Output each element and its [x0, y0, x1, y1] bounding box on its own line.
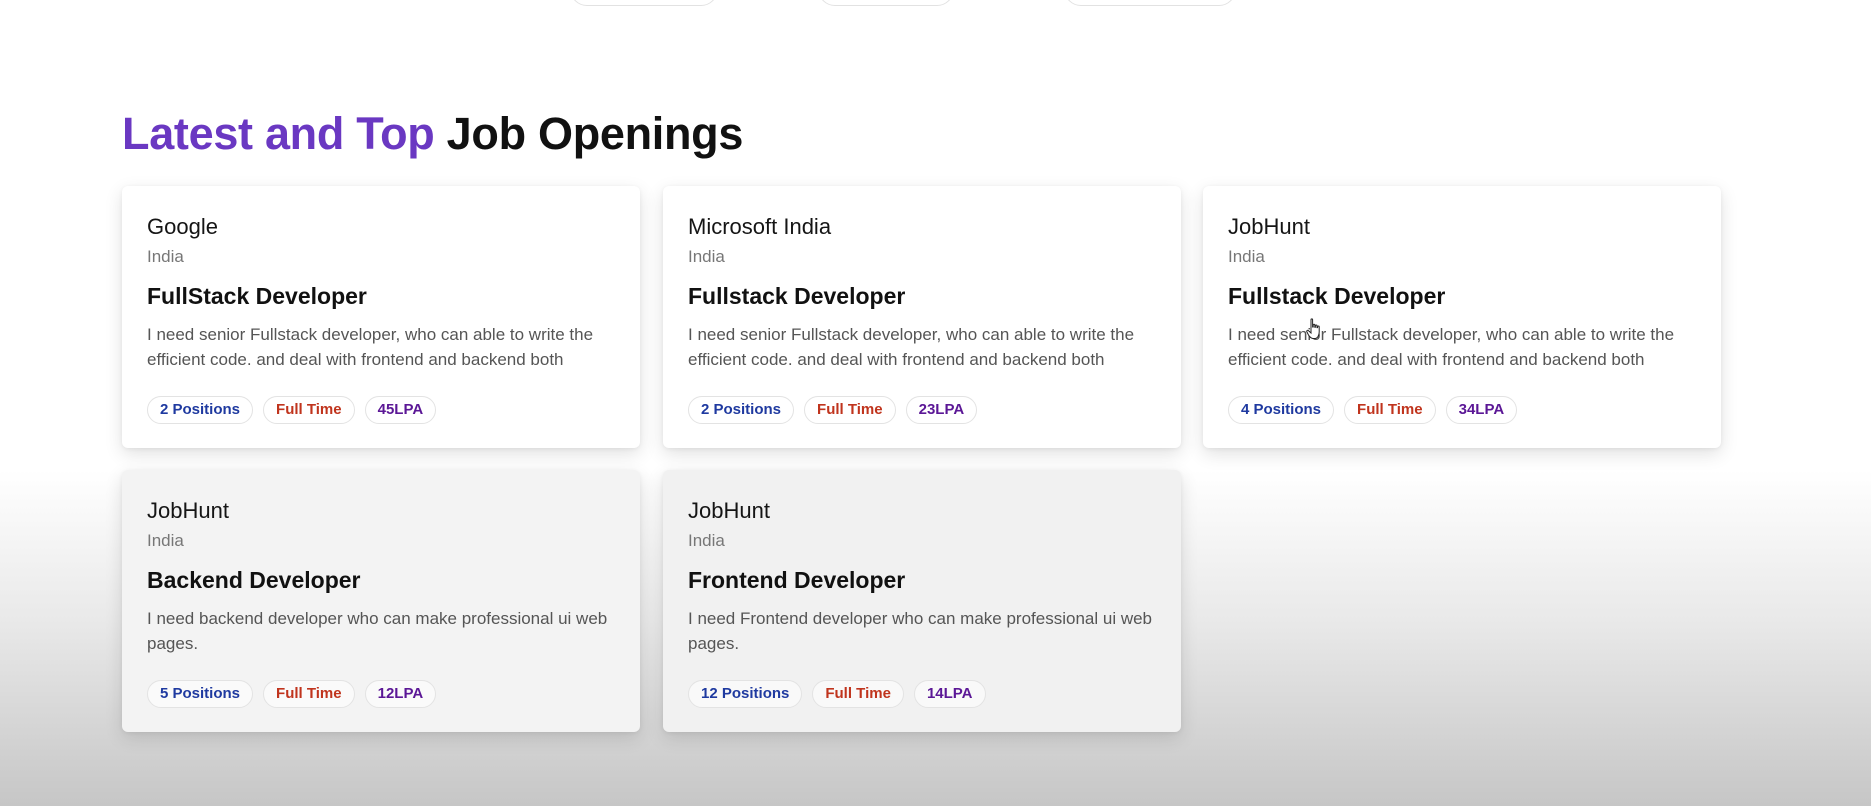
salary-badge: 34LPA	[1445, 396, 1518, 424]
job-badges: 12 Positions Full Time 14LPA	[688, 680, 986, 708]
section-title: Latest and Top Job Openings	[122, 108, 743, 160]
hand-pointer-icon	[1306, 318, 1320, 339]
category-pill[interactable]	[1064, 0, 1236, 6]
job-title: Backend Developer	[147, 567, 361, 593]
job-location: India	[147, 247, 184, 266]
positions-badge: 2 Positions	[147, 396, 254, 424]
salary-badge: 45LPA	[364, 396, 437, 424]
job-type-badge: Full Time	[812, 680, 904, 708]
job-description: I need backend developer who can make pr…	[147, 609, 608, 653]
job-type-badge: Full Time	[263, 680, 355, 708]
job-badges: 5 Positions Full Time 12LPA	[147, 680, 437, 708]
salary-badge: 23LPA	[905, 396, 978, 424]
job-location: India	[688, 531, 725, 550]
positions-badge: 4 Positions	[1228, 396, 1335, 424]
company-name: Microsoft India	[688, 214, 832, 239]
job-badges: 2 Positions Full Time 45LPA	[147, 396, 437, 424]
job-type-badge: Full Time	[804, 396, 896, 424]
job-title: Fullstack Developer	[688, 283, 906, 309]
job-card[interactable]: JobHunt India Backend Developer I need b…	[122, 470, 640, 732]
job-description: I need senior Fullstack developer, who c…	[147, 325, 594, 369]
job-card[interactable]: JobHunt India Fullstack Developer I need…	[1203, 186, 1721, 448]
company-name: JobHunt	[147, 498, 229, 523]
category-pill[interactable]	[818, 0, 954, 6]
positions-badge: 5 Positions	[147, 680, 254, 708]
job-location: India	[147, 531, 184, 550]
section-title-rest: Job Openings	[434, 108, 744, 159]
job-badges: 2 Positions Full Time 23LPA	[688, 396, 978, 424]
category-pill[interactable]	[570, 0, 718, 6]
job-type-badge: Full Time	[263, 396, 355, 424]
job-location: India	[1228, 247, 1265, 266]
salary-badge: 12LPA	[364, 680, 437, 708]
job-type-badge: Full Time	[1344, 396, 1436, 424]
job-card[interactable]: Microsoft India India Fullstack Develope…	[663, 186, 1181, 448]
company-name: JobHunt	[1228, 214, 1310, 239]
job-description: I need senior Fullstack developer, who c…	[688, 325, 1135, 369]
positions-badge: 12 Positions	[688, 680, 803, 708]
job-badges: 4 Positions Full Time 34LPA	[1228, 396, 1518, 424]
job-title: FullStack Developer	[147, 283, 367, 309]
job-card[interactable]: JobHunt India Frontend Developer I need …	[663, 470, 1181, 732]
section-title-accent: Latest and Top	[122, 108, 435, 159]
salary-badge: 14LPA	[913, 680, 986, 708]
job-location: India	[688, 247, 725, 266]
job-description: I need Frontend developer who can make p…	[688, 609, 1153, 653]
job-card[interactable]: Google India FullStack Developer I need …	[122, 186, 640, 448]
job-description: I need senior Fullstack developer, who c…	[1228, 325, 1675, 369]
job-title: Fullstack Developer	[1228, 283, 1446, 309]
company-name: Google	[147, 214, 218, 239]
job-title: Frontend Developer	[688, 567, 906, 593]
company-name: JobHunt	[688, 498, 770, 523]
positions-badge: 2 Positions	[688, 396, 795, 424]
category-pill-row	[0, 0, 1871, 6]
